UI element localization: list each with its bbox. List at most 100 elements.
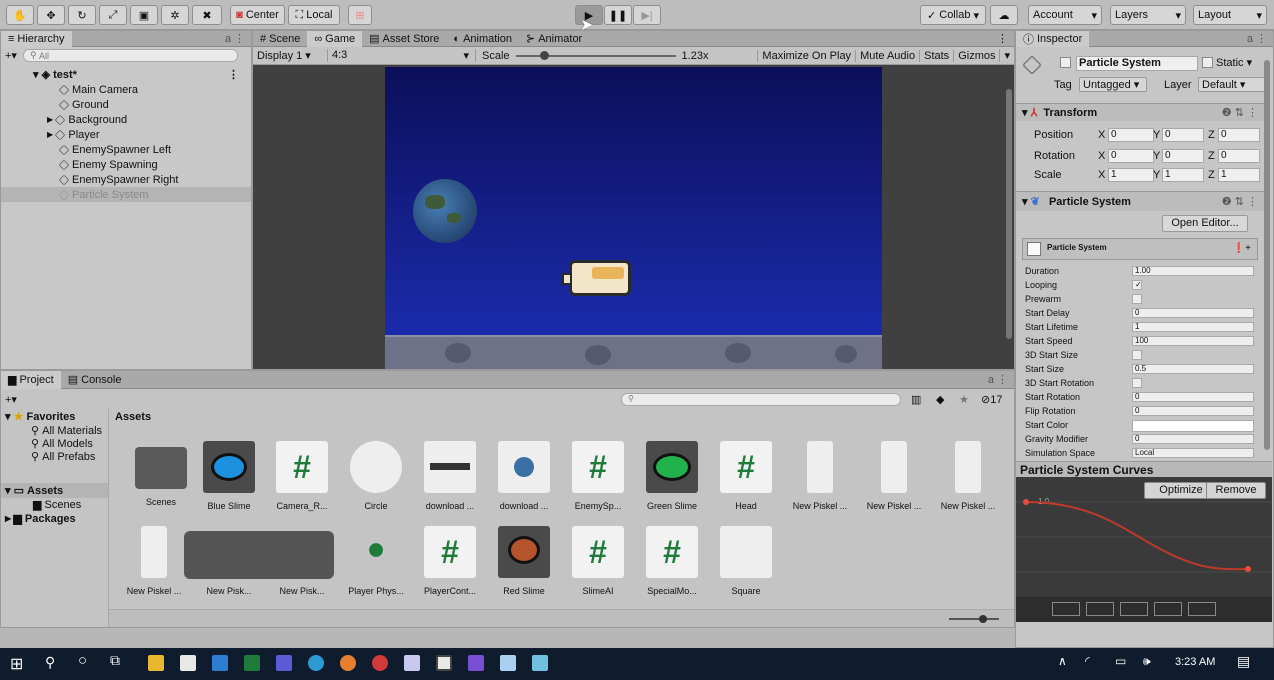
app-icon[interactable] [404, 655, 420, 671]
hierarchy-item[interactable]: Ground [1, 97, 251, 112]
ps-color-field[interactable] [1132, 420, 1254, 432]
hand-tool-icon[interactable]: ✋ [6, 5, 34, 25]
app-icon[interactable] [532, 655, 548, 671]
asset-physics-material[interactable]: ● Player Phys... [341, 526, 411, 596]
hierarchy-item[interactable]: ▶ Player [1, 127, 251, 142]
task-view-icon[interactable]: ⧉ [110, 652, 120, 669]
unity-icon[interactable] [436, 655, 452, 671]
lock-icon[interactable]: a ⋮ [1247, 32, 1267, 45]
hierarchy-item[interactable]: Main Camera [1, 82, 251, 97]
asset-sprite[interactable]: Red Slime [489, 526, 559, 596]
asset-sprite-sheet[interactable]: New Piskel ... [933, 441, 1003, 511]
ps-prop-field[interactable]: 100 [1132, 336, 1254, 346]
scene-root[interactable]: ▾ ◈ test* ⋮ [1, 67, 251, 82]
pivot-local-button[interactable]: ⛶ Local [288, 5, 340, 25]
visual-studio-icon[interactable] [468, 655, 484, 671]
particle-system-header[interactable]: ▾ ❦ Particle System ❷ ⇅ ⋮ [1016, 191, 1264, 211]
rotation-z-field[interactable]: 0 [1218, 149, 1260, 163]
rect-tool-icon[interactable]: ▣ [130, 5, 158, 25]
custom-tool-icon[interactable]: ✖ [192, 5, 222, 25]
rotation-x-field[interactable]: 0 [1108, 149, 1154, 163]
module-checkbox[interactable] [1027, 242, 1041, 256]
tab-project[interactable]: ▆ Project [1, 370, 61, 389]
ps-prop-field[interactable]: 0 [1132, 308, 1254, 318]
chrome-icon[interactable] [340, 655, 356, 671]
cortana-icon[interactable]: ○ [78, 652, 87, 669]
hierarchy-search-input[interactable]: ⚲ All [22, 49, 238, 62]
asset-sprite[interactable]: Blue Slime [194, 441, 264, 511]
app-icon[interactable] [276, 655, 292, 671]
tab-console[interactable]: ▤ Console [61, 371, 129, 389]
battery-icon[interactable]: ▭ [1115, 654, 1126, 668]
asset-script[interactable]: # PlayerCont... [415, 526, 485, 596]
scale-y-field[interactable]: 1 [1162, 168, 1204, 182]
asset-script[interactable]: # Camera_R... [267, 441, 337, 511]
gizmos-dropdown[interactable]: Gizmos [953, 49, 999, 62]
mail-icon[interactable] [212, 655, 228, 671]
packages-node[interactable]: ▶ ▆ Packages [1, 511, 108, 526]
edge-icon[interactable] [308, 655, 324, 671]
tab-animation[interactable]: ◐ Animation [446, 31, 519, 47]
kebab-icon[interactable]: ⋮ [997, 32, 1008, 45]
assets-node[interactable]: ▾ ▭ Assets [1, 483, 108, 498]
component-menu-icon[interactable]: ❷ ⇅ ⋮ [1222, 106, 1258, 119]
scale-z-field[interactable]: 1 [1218, 168, 1260, 182]
tab-game[interactable]: ∞ Game [307, 30, 363, 47]
curve-editor[interactable]: Optimize Remove 1.0 [1016, 477, 1272, 622]
preset-linear-icon[interactable] [1086, 602, 1114, 616]
asset-folder[interactable]: Scenes [126, 441, 196, 507]
asset-sprite[interactable]: New Pisk... [267, 526, 337, 596]
add-icon[interactable]: +▾ [5, 393, 17, 406]
kebab-icon[interactable]: ⋮ [228, 68, 239, 81]
ps-prop-checkbox[interactable] [1132, 294, 1142, 304]
clock-time[interactable]: 3:23 AM [1175, 656, 1215, 668]
lock-icon[interactable]: a ⋮ [225, 32, 245, 45]
tab-asset-store[interactable]: ▤ Asset Store [362, 31, 446, 47]
pivot-center-button[interactable]: ◙ Center [230, 5, 285, 25]
favorite-item[interactable]: ⚲ All Prefabs [1, 450, 108, 464]
object-name-field[interactable]: Particle System [1076, 56, 1198, 71]
ps-prop-field[interactable]: 0 [1132, 434, 1254, 444]
ps-prop-checkbox[interactable] [1132, 350, 1142, 360]
ps-prop-field[interactable]: 0 [1132, 406, 1254, 416]
volume-icon[interactable]: 🕪 [1143, 654, 1151, 669]
display-dropdown[interactable]: Display 1 ▾ [253, 49, 328, 62]
layer-dropdown[interactable]: Default ▾ [1198, 77, 1268, 92]
mute-audio-toggle[interactable]: Mute Audio [855, 49, 919, 62]
lock-icon[interactable]: a ⋮ [988, 373, 1008, 386]
search-icon[interactable]: ⚲ [45, 654, 55, 671]
preset-constant-icon[interactable] [1052, 602, 1080, 616]
maximize-on-play-toggle[interactable]: Maximize On Play [757, 49, 855, 62]
preset-ease-out-icon[interactable] [1188, 602, 1216, 616]
asset-script[interactable]: # SlimeAI [563, 526, 633, 596]
notifications-icon[interactable]: ▤ [1237, 653, 1250, 670]
cloud-icon[interactable]: ☁ [990, 5, 1018, 25]
favorite-star-icon[interactable]: ★ [959, 393, 969, 406]
layers-dropdown[interactable]: Layers ▾ [1110, 5, 1186, 25]
project-search-input[interactable]: ⚲ [621, 392, 901, 406]
static-checkbox[interactable] [1202, 57, 1213, 68]
visibility-count[interactable]: ⊘17 [981, 393, 1002, 406]
component-menu-icon[interactable]: ❷ ⇅ ⋮ [1222, 195, 1258, 208]
scale-slider[interactable]: Scale 1.23x [476, 50, 738, 62]
folder-item[interactable]: ▆ Scenes [1, 498, 108, 512]
asset-sprite[interactable]: Square [711, 526, 781, 596]
paint-icon[interactable] [500, 655, 516, 671]
asset-sprite-sheet[interactable]: New Piskel ... [119, 526, 189, 596]
icon-size-thumb[interactable] [979, 615, 987, 623]
asset-script[interactable]: # EnemySp... [563, 441, 633, 511]
ps-prop-field[interactable]: 1 [1132, 322, 1254, 332]
position-z-field[interactable]: 0 [1218, 128, 1260, 142]
tab-scene[interactable]: # Scene [253, 31, 307, 47]
static-dropdown[interactable]: Static ▾ [1216, 56, 1252, 69]
asset-sprite[interactable]: Circle [341, 441, 411, 511]
move-tool-icon[interactable]: ✥ [37, 5, 65, 25]
aspect-dropdown[interactable]: 4:3 ▾ [328, 49, 476, 62]
tab-inspector[interactable]: ⓘ Inspector [1016, 30, 1090, 47]
game-canvas[interactable] [385, 67, 882, 369]
ps-prop-dropdown[interactable]: Local [1132, 448, 1254, 458]
layout-dropdown[interactable]: Layout ▾ [1193, 5, 1267, 25]
position-x-field[interactable]: 0 [1108, 128, 1154, 142]
scale-thumb[interactable] [539, 50, 549, 60]
favorite-item[interactable]: ⚲ All Models [1, 437, 108, 451]
